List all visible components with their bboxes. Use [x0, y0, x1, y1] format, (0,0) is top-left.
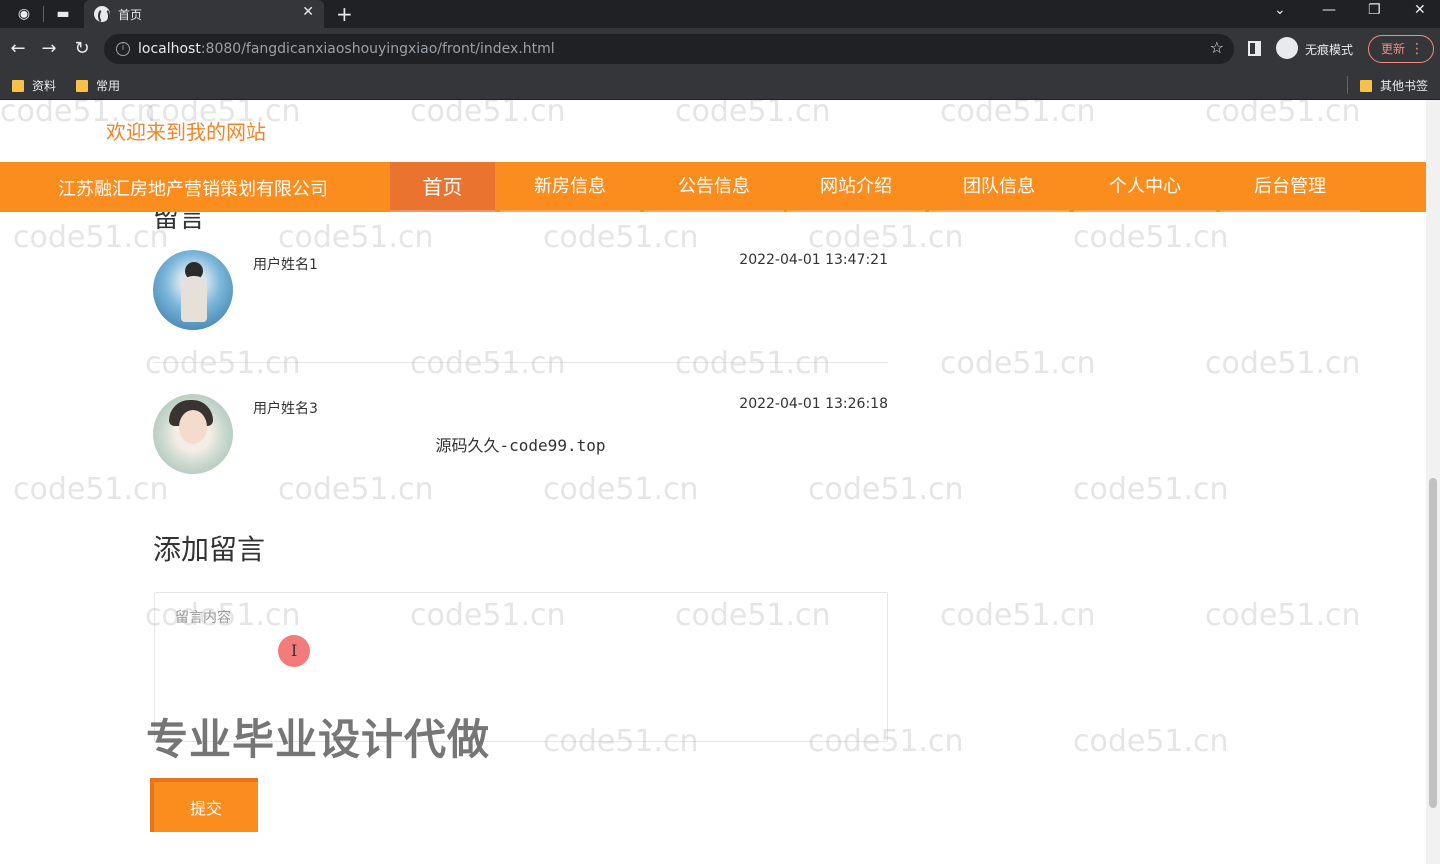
watermark: code51.cn: [13, 472, 169, 507]
bookmark-label: 常用: [96, 79, 121, 93]
tab-close-icon[interactable]: ✕: [302, 4, 314, 20]
watermark: code51.cn: [410, 100, 566, 129]
nav-about[interactable]: 网站介绍: [787, 162, 925, 212]
folder-icon: [1360, 79, 1372, 92]
browser-tab-active[interactable]: 首页 ✕: [84, 0, 324, 28]
address-bar[interactable]: i localhost:8080/fangdicanxiaoshouyingxi…: [104, 34, 1234, 64]
window-close-icon[interactable]: ✕: [1414, 2, 1426, 18]
watermark: code51.cn: [1205, 100, 1361, 129]
nav-notice[interactable]: 公告信息: [644, 162, 784, 212]
comment-item: 用户姓名3 2022-04-01 13:26:18 源码久久-code99.to…: [153, 394, 888, 484]
comment-divider: [153, 362, 888, 363]
tab-title: 首页: [118, 8, 143, 22]
company-brand[interactable]: 江苏融汇房地产营销策划有限公司: [58, 175, 328, 201]
watermark: code51.cn: [675, 346, 831, 381]
comment-user: 用户姓名3: [253, 401, 318, 417]
bookmark-folder-1[interactable]: 资料: [12, 77, 56, 94]
back-icon[interactable]: ←: [7, 38, 29, 60]
bookmarks-bar: 资料 常用 其他书签: [0, 70, 1440, 100]
welcome-text: 欢迎来到我的网站: [106, 120, 266, 144]
update-label: 更新: [1381, 42, 1406, 56]
watermark: code51.cn: [1205, 346, 1361, 381]
incognito-label: 无痕模式: [1305, 43, 1354, 57]
nav-new-house[interactable]: 新房信息: [500, 162, 640, 212]
minimize-icon[interactable]: —: [1322, 2, 1336, 18]
avatar: [153, 250, 233, 330]
tab-separator: [43, 6, 44, 22]
update-button[interactable]: 更新 ⋮: [1368, 35, 1434, 63]
scrollbar-thumb[interactable]: [1429, 478, 1437, 808]
watermark: code51.cn: [940, 598, 1096, 633]
site-globe-icon: [94, 6, 110, 24]
bookmark-folder-2[interactable]: 常用: [76, 77, 120, 94]
watermark: code51.cn: [675, 100, 831, 129]
watermark: code51.cn: [1073, 472, 1229, 507]
comment-content: 源码久久-code99.top: [435, 436, 606, 455]
bookmark-label: 其他书签: [1380, 79, 1429, 93]
comment-item: 用户姓名1 2022-04-01 13:47:21: [153, 250, 888, 340]
comment-user: 用户姓名1: [253, 257, 318, 273]
restore-icon[interactable]: ❐: [1368, 2, 1381, 18]
watermark: code51.cn: [1073, 724, 1229, 759]
watermark: code51.cn: [145, 346, 301, 381]
menu-kebab-icon: ⋮: [1410, 41, 1424, 57]
bookmark-label: 资料: [32, 79, 57, 93]
other-bookmarks[interactable]: 其他书签: [1360, 77, 1428, 94]
address-toolbar: ← → ↻ i localhost:8080/fangdicanxiaoshou…: [0, 28, 1440, 70]
add-comment-title: 添加留言: [153, 533, 266, 566]
folder-icon: [12, 79, 24, 92]
incognito-icon: [1276, 37, 1298, 59]
tab-search-icon[interactable]: ⌄: [1274, 2, 1286, 18]
new-tab-icon[interactable]: +: [336, 2, 353, 26]
reload-icon[interactable]: ↻: [71, 38, 93, 60]
bookmark-separator: [1347, 76, 1348, 94]
page-scrollbar[interactable]: [1426, 100, 1440, 864]
main-navbar: 江苏融汇房地产营销策划有限公司 首页 新房信息 公告信息 网站介绍 团队信息 个…: [0, 162, 1426, 212]
watermark: code51.cn: [1073, 220, 1229, 255]
tab-overview-icon[interactable]: ▬: [53, 4, 73, 24]
site-info-icon[interactable]: i: [116, 42, 130, 56]
comment-time: 2022-04-01 13:26:18: [739, 396, 888, 412]
browser-profile-icon[interactable]: ◉: [14, 4, 34, 24]
comment-time: 2022-04-01 13:47:21: [739, 252, 888, 268]
browser-tab-strip: ◉ ▬ 首页 ✕ + ⌄ — ❐ ✕: [0, 0, 1440, 28]
watermark: code51.cn: [1205, 598, 1361, 633]
url-text[interactable]: localhost:8080/fangdicanxiaoshouyingxiao…: [138, 41, 555, 57]
nav-home[interactable]: 首页: [390, 162, 495, 212]
mouse-cursor-indicator: [278, 635, 310, 667]
bookmark-star-icon[interactable]: ☆: [1210, 38, 1224, 57]
watermark: code51.cn: [940, 346, 1096, 381]
submit-button[interactable]: 提交: [150, 778, 258, 832]
nav-admin[interactable]: 后台管理: [1220, 162, 1360, 212]
watermark: code51.cn: [13, 220, 169, 255]
side-panel-icon[interactable]: [1248, 41, 1261, 56]
promo-overlay-text: 专业毕业设计代做: [146, 715, 491, 764]
page-viewport: 欢迎来到我的网站 江苏融汇房地产营销策划有限公司 首页 新房信息 公告信息 网站…: [0, 100, 1440, 864]
nav-profile[interactable]: 个人中心: [1074, 162, 1216, 212]
watermark: code51.cn: [410, 346, 566, 381]
watermark: code51.cn: [940, 100, 1096, 129]
nav-team[interactable]: 团队信息: [929, 162, 1069, 212]
forward-icon[interactable]: →: [38, 38, 60, 60]
folder-icon: [76, 79, 88, 92]
